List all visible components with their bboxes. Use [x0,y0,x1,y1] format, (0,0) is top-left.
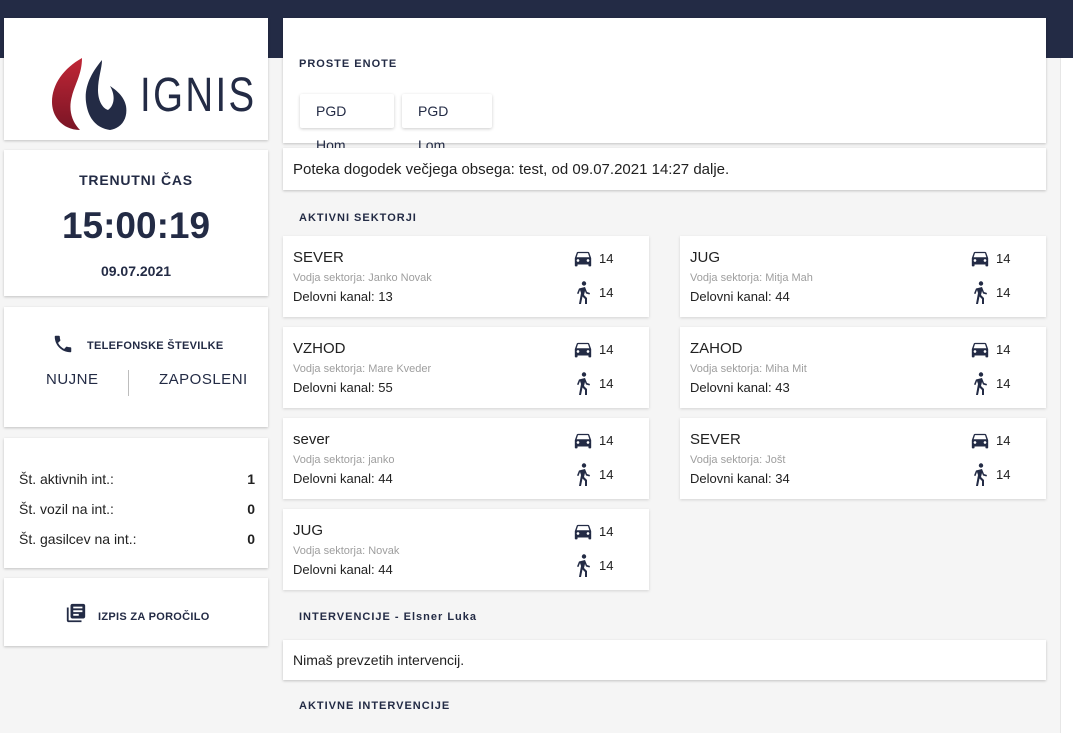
stat-label: Št. gasilcev na int.: [19,531,137,547]
walking-person-icon [577,372,590,395]
unit-button-pgd-lom[interactable]: PGD Lom [402,94,492,153]
flame-logo-icon [52,58,127,130]
sector-card[interactable]: sever Vodja sektorja: janko Delovni kana… [283,418,649,499]
stat-label: Št. vozil na int.: [19,501,114,517]
sector-leader: Vodja sektorja: Jošt [690,454,786,466]
phone-numbers-label: TELEFONSKE ŠTEVILKE [87,340,224,352]
firefighter-count: 14 [996,467,1011,482]
phone-numbers-card: TELEFONSKE ŠTEVILKE NUJNE ZAPOSLENI [4,307,268,427]
car-icon [574,433,592,449]
car-icon [574,342,592,358]
logo-text: IGNIS [140,69,257,122]
sector-channel: Delovni kanal: 44 [690,289,790,304]
unit-button-pgd-hom[interactable]: PGD Hom [300,94,394,153]
event-banner: Poteka dogodek večjega obsega: test, od … [283,148,1046,190]
sector-name: VZHOD [293,340,346,357]
sector-leader: Vodja sektorja: Mare Kveder [293,363,432,375]
firefighter-count: 14 [599,376,614,391]
walking-person-icon [577,463,590,486]
sector-channel: Delovni kanal: 44 [293,562,393,577]
interventions-empty-text: Nimaš prevzetih intervencij. [293,652,465,668]
clock-value: 15:00:19 [61,205,211,246]
date-value: 09.07.2021 [100,263,172,279]
walking-person-icon [577,554,590,577]
vehicle-count: 14 [996,251,1011,266]
free-units-title: PROSTE ENOTE [299,58,398,70]
walking-person-icon [577,281,590,304]
sector-card[interactable]: JUG Vodja sektorja: Mitja Mah Delovni ka… [680,236,1046,317]
active-sectors-title: AKTIVNI SEKTORJI [299,212,417,224]
stat-value: 0 [247,531,255,547]
sector-leader: Vodja sektorja: Mitja Mah [690,272,813,284]
sector-channel: Delovni kanal: 13 [293,289,393,304]
sector-card[interactable]: VZHOD Vodja sektorja: Mare Kveder Delovn… [283,327,649,408]
sector-name: JUG [690,249,720,266]
divider [128,370,129,396]
stats-card: Št. aktivnih int.: 1 Št. vozil na int.: … [4,438,268,568]
active-interventions-title: AKTIVNE INTERVENCIJE [299,700,451,712]
firefighter-count: 14 [996,376,1011,391]
stat-value: 1 [247,471,255,487]
right-panel-edge [1060,58,1073,733]
car-icon [971,251,989,267]
sector-name: SEVER [293,249,344,266]
event-text: Poteka dogodek večjega obsega: test, od … [293,161,730,178]
sector-name: sever [293,431,330,448]
sector-leader: Vodja sektorja: janko [293,454,395,466]
sector-card[interactable]: SEVER Vodja sektorja: Jošt Delovni kanal… [680,418,1046,499]
car-icon [574,524,592,540]
stat-label: Št. aktivnih int.: [19,471,114,487]
firefighter-count: 14 [599,467,614,482]
car-icon [574,251,592,267]
logo-card: IGNIS [4,18,268,140]
sector-leader: Vodja sektorja: Janko Novak [293,272,432,284]
vehicle-count: 14 [599,342,614,357]
walking-person-icon [974,281,987,304]
vehicle-count: 14 [599,524,614,539]
interventions-card: Nimaš prevzetih intervencij. [283,640,1046,680]
sector-card[interactable]: SEVER Vodja sektorja: Janko Novak Delovn… [283,236,649,317]
vehicle-count: 14 [599,251,614,266]
sector-channel: Delovni kanal: 44 [293,471,393,486]
sector-name: ZAHOD [690,340,743,357]
phone-icon [54,335,72,353]
firefighter-count: 14 [599,285,614,300]
sector-leader: Vodja sektorja: Miha Mit [690,363,807,375]
walking-person-icon [974,463,987,486]
car-icon [971,342,989,358]
car-icon [971,433,989,449]
sector-channel: Delovni kanal: 55 [293,380,393,395]
sector-channel: Delovni kanal: 43 [690,380,790,395]
stat-value: 0 [247,501,255,517]
sector-name: SEVER [690,431,741,448]
time-label: TRENUTNI ČAS [79,172,193,188]
vehicle-count: 14 [996,342,1011,357]
emergency-numbers-button[interactable]: NUJNE [46,371,99,388]
report-label: IZPIS ZA POROČILO [98,611,210,623]
vehicle-count: 14 [996,433,1011,448]
firefighter-count: 14 [996,285,1011,300]
report-button[interactable]: IZPIS ZA POROČILO [4,578,268,646]
vehicle-count: 14 [599,433,614,448]
sector-name: JUG [293,522,323,539]
current-time-card: TRENUTNI ČAS 15:00:19 09.07.2021 [4,150,268,296]
walking-person-icon [974,372,987,395]
employees-numbers-button[interactable]: ZAPOSLENI [159,371,248,388]
sector-leader: Vodja sektorja: Novak [293,545,400,557]
sector-card[interactable]: ZAHOD Vodja sektorja: Miha Mit Delovni k… [680,327,1046,408]
interventions-title: INTERVENCIJE - Elsner Luka [299,611,478,623]
sector-channel: Delovni kanal: 34 [690,471,790,486]
firefighter-count: 14 [599,558,614,573]
sector-card[interactable]: JUG Vodja sektorja: Novak Delovni kanal:… [283,509,649,590]
free-units-card: PROSTE ENOTE PGD Hom PGD Lom [283,18,1046,153]
report-icon [66,603,86,623]
